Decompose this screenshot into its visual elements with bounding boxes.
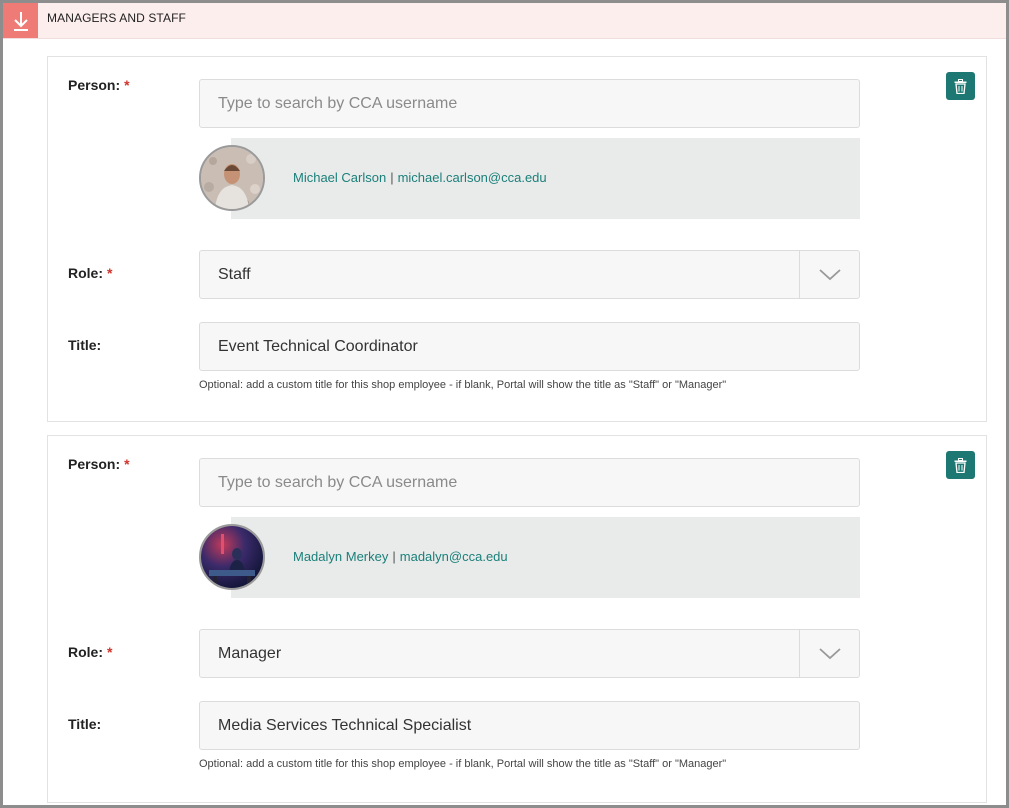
selected-person-chip: Michael Carlson | michael.carlson@cca.edu — [199, 138, 860, 219]
role-select[interactable]: Manager — [199, 629, 860, 678]
title-help-text: Optional: add a custom title for this sh… — [199, 758, 727, 770]
person-search-input[interactable] — [199, 79, 860, 128]
title-label: Title: — [68, 337, 102, 353]
role-dropdown-toggle[interactable] — [799, 251, 859, 298]
avatar — [199, 145, 265, 211]
person-label: Person: * — [68, 456, 130, 472]
person-label: Person: * — [68, 77, 130, 93]
section-header: MANAGERS AND STAFF — [3, 3, 1006, 39]
required-mark: * — [107, 265, 113, 281]
chevron-down-icon — [818, 647, 841, 659]
role-label-text: Role: — [68, 265, 103, 281]
section-title: MANAGERS AND STAFF — [47, 11, 186, 25]
person-details: Madalyn Merkey | madalyn@cca.edu — [293, 549, 508, 564]
staff-entry-card: Person:* Michael Carlson|michael.carlson… — [47, 56, 987, 422]
required-mark: * — [107, 644, 113, 660]
title-help-text: Optional: add a custom title for this sh… — [199, 379, 727, 391]
person-separator: | — [392, 549, 396, 564]
role-label: Role: * — [68, 265, 112, 281]
role-label: Role: * — [68, 644, 112, 660]
person-details: Michael Carlson | michael.carlson@cca.edu — [293, 170, 547, 185]
arrow-down-to-line-icon — [13, 11, 28, 31]
required-mark: * — [124, 456, 130, 472]
role-select-value: Manager — [218, 645, 282, 662]
trash-icon — [954, 78, 967, 94]
person-search-input[interactable] — [199, 458, 860, 507]
title-label: Title: — [68, 716, 102, 732]
person-name[interactable]: Michael Carlson — [293, 170, 386, 185]
person-separator: | — [390, 170, 394, 185]
title-input[interactable] — [199, 322, 860, 371]
delete-entry-button[interactable] — [946, 451, 975, 479]
collapse-section-button[interactable] — [3, 3, 38, 38]
trash-icon — [954, 457, 967, 473]
person-email[interactable]: michael.carlson@cca.edu — [398, 170, 547, 185]
person-name[interactable]: Madalyn Merkey — [293, 549, 388, 564]
delete-entry-button[interactable] — [946, 72, 975, 100]
required-mark: * — [124, 77, 130, 93]
chevron-down-icon — [818, 268, 841, 280]
person-email[interactable]: madalyn@cca.edu — [400, 549, 508, 564]
role-label-text: Role: — [68, 644, 103, 660]
staff-entry-card: Person:* Madalyn Merkey|madalyn@cca.edu — [47, 435, 987, 803]
role-select[interactable]: Staff — [199, 250, 860, 299]
title-input[interactable] — [199, 701, 860, 750]
selected-person-chip: Madalyn Merkey | madalyn@cca.edu — [199, 517, 860, 598]
role-dropdown-toggle[interactable] — [799, 630, 859, 677]
person-label-text: Person: — [68, 456, 121, 472]
avatar — [199, 524, 265, 590]
role-select-value: Staff — [218, 266, 251, 283]
person-label-text: Person: — [68, 77, 121, 93]
